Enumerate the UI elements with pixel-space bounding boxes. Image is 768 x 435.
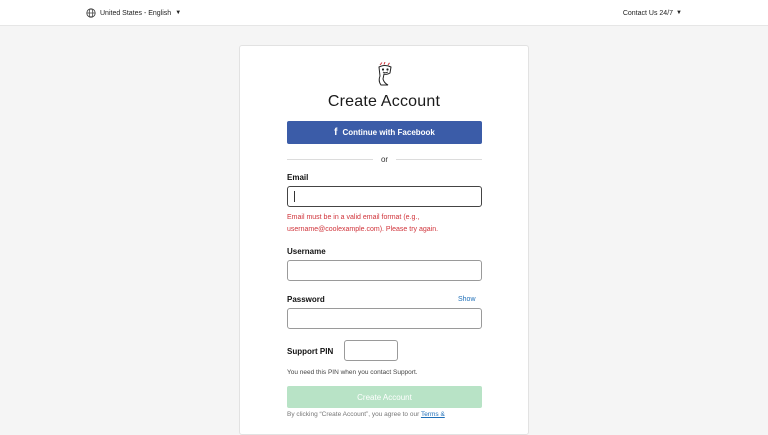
create-account-card: Create Account f Continue with Facebook … bbox=[239, 45, 529, 435]
support-pin-field[interactable] bbox=[344, 340, 398, 361]
divider-line bbox=[396, 158, 482, 160]
divider-line bbox=[287, 158, 373, 160]
email-field[interactable] bbox=[287, 186, 482, 207]
continue-with-facebook-button[interactable]: f Continue with Facebook bbox=[287, 121, 482, 144]
locale-label: United States - English bbox=[100, 9, 172, 17]
locale-selector[interactable]: United States - English ▼ bbox=[86, 7, 181, 19]
globe-icon bbox=[86, 8, 96, 18]
caret-down-icon: ▼ bbox=[175, 10, 182, 16]
password-label: Password bbox=[287, 295, 325, 304]
contact-us-menu[interactable]: Contact Us 24/7 ▼ bbox=[623, 7, 682, 19]
mascot-logo-icon bbox=[378, 62, 392, 86]
password-field[interactable] bbox=[287, 308, 482, 329]
terms-notice: By clicking “Create Account”, you agree … bbox=[287, 411, 487, 418]
caret-down-icon: ▼ bbox=[676, 10, 682, 16]
page-title: Create Account bbox=[327, 93, 441, 110]
username-field[interactable] bbox=[287, 260, 482, 281]
terms-link[interactable]: Terms & bbox=[421, 411, 445, 418]
support-pin-label: Support PIN bbox=[287, 347, 334, 356]
username-label: Username bbox=[287, 247, 326, 256]
text-cursor bbox=[294, 191, 295, 202]
facebook-button-label: Continue with Facebook bbox=[342, 128, 435, 137]
show-password-toggle[interactable]: Show bbox=[458, 296, 476, 303]
top-bar: United States - English ▼ Contact Us 24/… bbox=[0, 0, 768, 26]
support-pin-help-text: You need this PIN when you contact Suppo… bbox=[287, 369, 418, 376]
email-label: Email bbox=[287, 173, 309, 182]
terms-text: By clicking “Create Account”, you agree … bbox=[287, 411, 420, 418]
facebook-icon: f bbox=[334, 127, 338, 138]
contact-label: Contact Us 24/7 bbox=[622, 9, 674, 17]
create-account-button[interactable]: Create Account bbox=[287, 386, 482, 408]
or-divider: or bbox=[287, 153, 482, 165]
divider-label: or bbox=[380, 154, 389, 164]
email-error-message: Email must be in a valid email format (e… bbox=[287, 214, 439, 233]
